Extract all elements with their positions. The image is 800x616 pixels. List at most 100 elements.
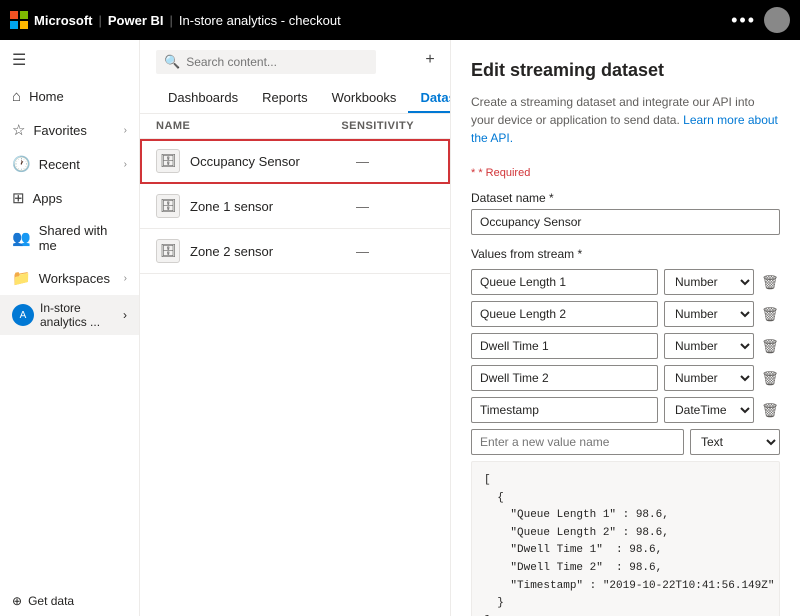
topbar-app-sep: | — [170, 13, 173, 28]
home-icon: ⌂ — [12, 88, 21, 105]
chevron-right-icon: › — [124, 125, 127, 136]
sidebar: ☰ ⌂ Home ☆ Favorites › 🕐 Recent › ⊞ Apps… — [0, 40, 140, 616]
tab-datasets[interactable]: Datasets — [408, 84, 450, 113]
dataset-row-zone1[interactable]: 🗄 Zone 1 sensor — — [140, 184, 450, 229]
dataset-name: Occupancy Sensor — [190, 154, 346, 169]
search-input[interactable] — [186, 55, 368, 69]
new-value-input[interactable] — [471, 429, 684, 455]
topbar-brand: Microsoft — [34, 13, 93, 28]
stream-field-1-delete[interactable]: 🗑 — [760, 304, 780, 324]
get-data-label: Get data — [28, 594, 74, 608]
edit-panel-description: Create a streaming dataset and integrate… — [471, 93, 780, 147]
dataset-sensitivity: — — [356, 154, 434, 169]
sidebar-item-label: Favorites — [33, 123, 115, 138]
stream-field-0-delete[interactable]: 🗑 — [760, 272, 780, 292]
workspaces-icon: 📁 — [12, 269, 31, 287]
tab-reports[interactable]: Reports — [250, 84, 320, 113]
stream-row-3: Number 🗑 — [471, 365, 780, 391]
microsoft-logo — [10, 11, 28, 29]
stream-field-2-input[interactable] — [471, 333, 658, 359]
table-header: NAME SENSITIVITY — [140, 114, 450, 139]
chevron-right-icon: › — [124, 273, 127, 284]
sidebar-item-label: Recent — [39, 157, 116, 172]
json-preview: [ { "Queue Length 1" : 98.6, "Queue Leng… — [471, 461, 780, 616]
edit-panel-body: * * Required Dataset name * Values from … — [451, 157, 800, 616]
dataset-icon: 🗄 — [156, 239, 180, 263]
sidebar-item-label: Apps — [33, 191, 127, 206]
chevron-right-icon: › — [123, 308, 127, 322]
stream-row-new: Text — [471, 429, 780, 455]
search-bar[interactable]: 🔍 — [156, 50, 376, 74]
tab-dashboards[interactable]: Dashboards — [156, 84, 250, 113]
stream-field-2-delete[interactable]: 🗑 — [760, 336, 780, 356]
tab-workbooks[interactable]: Workbooks — [320, 84, 409, 113]
dataset-row-zone2[interactable]: 🗄 Zone 2 sensor — — [140, 229, 450, 274]
edit-panel-header: Edit streaming dataset Create a streamin… — [451, 40, 800, 157]
stream-field-0-input[interactable] — [471, 269, 658, 295]
stream-field-3-input[interactable] — [471, 365, 658, 391]
edit-panel: Edit streaming dataset Create a streamin… — [450, 40, 800, 616]
sidebar-item-label: Shared with me — [39, 223, 127, 253]
sidebar-item-label: Workspaces — [39, 271, 116, 286]
topbar-more-button[interactable]: ••• — [731, 10, 756, 31]
sidebar-item-recent[interactable]: 🕐 Recent › — [0, 147, 139, 181]
sidebar-item-apps[interactable]: ⊞ Apps — [0, 181, 139, 215]
content-area: 🔍 + Dashboards Reports Workbooks Dataset… — [140, 40, 450, 616]
content-header: 🔍 + Dashboards Reports Workbooks Dataset… — [140, 40, 450, 114]
stream-row-1: Number 🗑 — [471, 301, 780, 327]
col-sensitivity-header: SENSITIVITY — [341, 120, 434, 132]
sidebar-item-instore[interactable]: A In-store analytics ... › — [0, 295, 139, 335]
dataset-icon: 🗄 — [156, 194, 180, 218]
dataset-sensitivity: — — [356, 244, 434, 259]
topbar-powerbi: Power BI — [108, 13, 164, 28]
sidebar-item-label: Home — [29, 89, 127, 104]
topbar-avatar[interactable] — [764, 7, 790, 33]
sidebar-item-label: In-store analytics ... — [40, 301, 117, 329]
topbar-app-name: In-store analytics - checkout — [179, 13, 341, 28]
add-button[interactable]: + — [418, 48, 442, 72]
sidebar-item-workspaces[interactable]: 📁 Workspaces › — [0, 261, 139, 295]
required-note: * * Required — [471, 167, 780, 179]
main-layout: ☰ ⌂ Home ☆ Favorites › 🕐 Recent › ⊞ Apps… — [0, 40, 800, 616]
dataset-sensitivity: — — [356, 199, 434, 214]
get-data-icon: ⊕ — [12, 594, 22, 608]
datasets-table: NAME SENSITIVITY 🗄 Occupancy Sensor — 🗄 … — [140, 114, 450, 616]
stream-field-4-type[interactable]: DateTime — [664, 397, 754, 423]
sidebar-item-shared[interactable]: 👥 Shared with me — [0, 215, 139, 261]
search-icon: 🔍 — [164, 54, 180, 70]
apps-icon: ⊞ — [12, 189, 25, 207]
stream-field-1-input[interactable] — [471, 301, 658, 327]
dataset-name-label: Dataset name * — [471, 191, 780, 205]
dataset-row-occupancy[interactable]: 🗄 Occupancy Sensor — — [140, 139, 450, 184]
topbar-sep: | — [99, 13, 102, 28]
new-value-type[interactable]: Text — [690, 429, 780, 455]
topbar: Microsoft | Power BI | In-store analytic… — [0, 0, 800, 40]
col-name-header: NAME — [156, 120, 341, 132]
tabs-bar: Dashboards Reports Workbooks Datasets Da… — [156, 84, 434, 113]
sidebar-item-home[interactable]: ⌂ Home — [0, 80, 139, 113]
values-label: Values from stream * — [471, 247, 780, 261]
dataset-name: Zone 2 sensor — [190, 244, 346, 259]
edit-panel-title: Edit streaming dataset — [471, 60, 780, 81]
favorites-icon: ☆ — [12, 121, 25, 139]
sidebar-get-data[interactable]: ⊕ Get data — [0, 586, 139, 616]
dataset-name-input[interactable] — [471, 209, 780, 235]
stream-row-4: DateTime 🗑 — [471, 397, 780, 423]
sidebar-item-favorites[interactable]: ☆ Favorites › — [0, 113, 139, 147]
dataset-icon: 🗄 — [156, 149, 180, 173]
chevron-right-icon: › — [124, 159, 127, 170]
hamburger-button[interactable]: ☰ — [0, 40, 139, 80]
stream-field-0-type[interactable]: Number — [664, 269, 754, 295]
topbar-logo: Microsoft | Power BI | In-store analytic… — [10, 11, 341, 29]
shared-icon: 👥 — [12, 229, 31, 247]
recent-icon: 🕐 — [12, 155, 31, 173]
stream-row-0: Number 🗑 — [471, 269, 780, 295]
stream-field-3-type[interactable]: Number — [664, 365, 754, 391]
stream-field-2-type[interactable]: Number — [664, 333, 754, 359]
stream-field-1-type[interactable]: Number — [664, 301, 754, 327]
stream-field-4-delete[interactable]: 🗑 — [760, 400, 780, 420]
stream-field-4-input[interactable] — [471, 397, 658, 423]
topbar-right: ••• — [731, 7, 790, 33]
dataset-name: Zone 1 sensor — [190, 199, 346, 214]
stream-field-3-delete[interactable]: 🗑 — [760, 368, 780, 388]
